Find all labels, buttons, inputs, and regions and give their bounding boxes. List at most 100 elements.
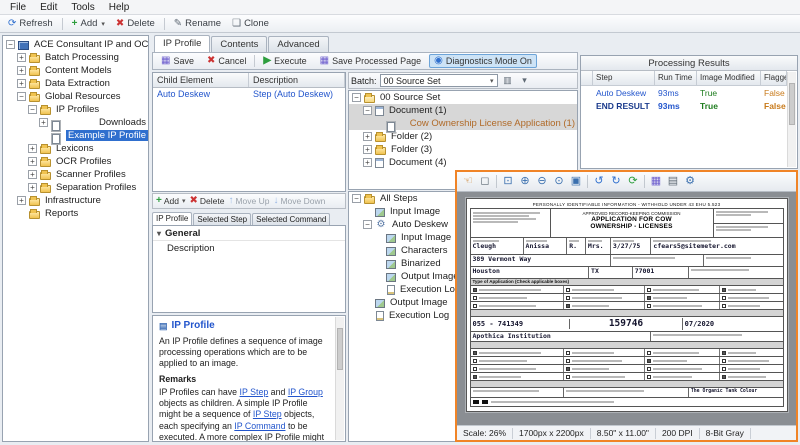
results-column-step[interactable]: Step <box>593 71 655 85</box>
column-header-description[interactable]: Description <box>249 73 345 87</box>
expander-icon[interactable]: + <box>363 145 372 154</box>
cancel-button[interactable]: ✖Cancel <box>202 54 251 68</box>
nav-separation-profiles[interactable]: +Separation Profiles <box>3 181 148 194</box>
help-link[interactable]: IP Step <box>253 409 282 419</box>
batch-folder-2[interactable]: +Folder (2) <box>349 130 577 143</box>
nav-example-ip-profile[interactable]: Example IP Profile <box>3 129 148 142</box>
zoom-region-icon[interactable]: ⊡ <box>500 174 516 190</box>
nav-ace-consultant-ip-and-ocr[interactable]: −ACE Consultant IP and OCR <box>3 38 148 51</box>
menu-tools[interactable]: Tools <box>65 2 100 13</box>
expander-icon[interactable]: + <box>17 196 26 205</box>
nav-data-extraction[interactable]: +Data Extraction <box>3 77 148 90</box>
nav-downloads[interactable]: +Downloads <box>3 116 148 129</box>
rename-button[interactable]: ✎Rename <box>170 17 225 30</box>
expander-icon[interactable]: − <box>352 194 361 203</box>
nav-content-models[interactable]: +Content Models <box>3 64 148 77</box>
nav-infrastructure[interactable]: +Infrastructure <box>3 194 148 207</box>
expander-icon[interactable]: + <box>39 118 48 127</box>
batch-document-1[interactable]: −Document (1) <box>349 104 577 117</box>
batch-view-icon[interactable]: ▥ <box>501 74 515 87</box>
image-settings-icon[interactable]: ⚙ <box>682 174 698 190</box>
zoom-fit-icon[interactable]: ▣ <box>568 174 584 190</box>
expander-icon[interactable]: + <box>28 157 37 166</box>
expander-icon[interactable]: + <box>17 79 26 88</box>
results-column-run-time[interactable]: Run Time <box>655 71 697 85</box>
print-icon[interactable]: ▤ <box>665 174 681 190</box>
expander-icon[interactable]: − <box>363 220 372 229</box>
menu-help[interactable]: Help <box>103 2 136 13</box>
clone-button[interactable]: ❏Clone <box>228 17 273 30</box>
properties-group-header[interactable]: ▾General <box>153 226 345 241</box>
zoom-in-icon[interactable]: ⊕ <box>517 174 533 190</box>
pan-tool-icon[interactable]: ☜ <box>460 174 476 190</box>
save-image-icon[interactable]: ▦ <box>648 174 664 190</box>
expander-icon[interactable]: + <box>17 53 26 62</box>
scrollbar-thumb[interactable] <box>337 328 343 370</box>
delete-button[interactable]: ✖Delete <box>112 17 159 30</box>
zoom-actual-icon[interactable]: ⊙ <box>551 174 567 190</box>
batch-filter-icon[interactable]: ▾ <box>518 74 532 87</box>
tab-ip-profile[interactable]: IP Profile <box>154 35 210 52</box>
detail-tab-selected-step[interactable]: Selected Step <box>193 213 251 225</box>
nav-reports[interactable]: Reports <box>3 207 148 220</box>
expander-icon[interactable]: − <box>352 93 361 102</box>
batch-document-4[interactable]: +Document (4) <box>349 156 577 169</box>
delete-step-button[interactable]: ✖Delete <box>189 196 224 206</box>
results-column-image-modified[interactable]: Image Modified <box>697 71 761 85</box>
diagnostics-mode-button[interactable]: ◉Diagnostics Mode On <box>429 54 537 68</box>
expander-icon[interactable]: + <box>28 170 37 179</box>
image-icon <box>386 234 396 243</box>
help-link[interactable]: IP Group <box>288 387 323 397</box>
expander-icon[interactable]: − <box>17 92 26 101</box>
add-button[interactable]: +Add▾ <box>68 17 109 30</box>
save-button[interactable]: ▦Save <box>156 54 199 68</box>
detail-tab-ip-profile[interactable]: IP Profile <box>152 212 192 225</box>
scrollbar-thumb[interactable] <box>789 83 795 125</box>
tab-advanced[interactable]: Advanced <box>268 36 328 52</box>
help-link[interactable]: IP Command <box>234 421 285 431</box>
expander-icon[interactable]: − <box>6 40 15 49</box>
refresh-image-icon[interactable]: ⟳ <box>625 174 641 190</box>
tab-contents[interactable]: Contents <box>211 36 267 52</box>
execute-button[interactable]: ▶Execute <box>258 54 311 68</box>
add-step-button[interactable]: +Add▾ <box>156 196 185 206</box>
move-up-button[interactable]: ↑Move Up <box>228 196 269 206</box>
column-header-child-element[interactable]: Child Element <box>153 73 249 87</box>
form-title-line1: APPLICATION FOR COW <box>551 216 713 223</box>
nav-lexicons[interactable]: +Lexicons <box>3 142 148 155</box>
menu-edit[interactable]: Edit <box>34 2 63 13</box>
batch-cow-ownership-license-application-1[interactable]: Cow Ownership License Application (1) <box>349 117 577 130</box>
batch-folder-3[interactable]: +Folder (3) <box>349 143 577 156</box>
nav-ocr-profiles[interactable]: +OCR Profiles <box>3 155 148 168</box>
zoom-out-icon[interactable]: ⊖ <box>534 174 550 190</box>
save-processed-page-button[interactable]: ▦Save Processed Page <box>315 54 427 68</box>
select-tool-icon[interactable]: ◻ <box>477 174 493 190</box>
expander-icon[interactable]: + <box>363 132 372 141</box>
help-link[interactable]: IP Step <box>240 387 269 397</box>
detail-tab-selected-command[interactable]: Selected Command <box>252 213 330 225</box>
expander-icon[interactable]: − <box>363 106 372 115</box>
results-column-flagged[interactable]: Flagged <box>761 71 787 85</box>
refresh-button[interactable]: ⟳Refresh <box>4 17 57 30</box>
nav-global-resources[interactable]: −Global Resources <box>3 90 148 103</box>
batch-select[interactable]: 00 Source Set▾ <box>380 74 498 87</box>
scrollbar[interactable] <box>335 317 344 440</box>
batch-00-source-set[interactable]: −00 Source Set <box>349 91 577 104</box>
expander-icon[interactable]: + <box>28 144 37 153</box>
nav-batch-processing[interactable]: +Batch Processing <box>3 51 148 64</box>
move-down-button[interactable]: ↓Move Down <box>273 196 325 206</box>
scrollbar[interactable] <box>787 72 796 167</box>
nav-scanner-profiles[interactable]: +Scanner Profiles <box>3 168 148 181</box>
child-element-row[interactable]: Auto DeskewStep (Auto Deskew) <box>153 88 345 102</box>
rotate-right-icon[interactable]: ↻ <box>608 174 624 190</box>
viewer-canvas[interactable]: PERSONALLY IDENTIFIABLE INFORMATION - WI… <box>457 192 796 425</box>
menu-file[interactable]: File <box>4 2 32 13</box>
expander-icon[interactable]: + <box>28 183 37 192</box>
expander-icon[interactable]: + <box>363 158 372 167</box>
expander-icon[interactable]: + <box>17 66 26 75</box>
rotate-left-icon[interactable]: ↺ <box>591 174 607 190</box>
table-header: Child Element Description <box>153 73 345 88</box>
nav-ip-profiles[interactable]: −IP Profiles <box>3 103 148 116</box>
property-description-label[interactable]: Description <box>153 241 345 256</box>
expander-icon[interactable]: − <box>28 105 37 114</box>
